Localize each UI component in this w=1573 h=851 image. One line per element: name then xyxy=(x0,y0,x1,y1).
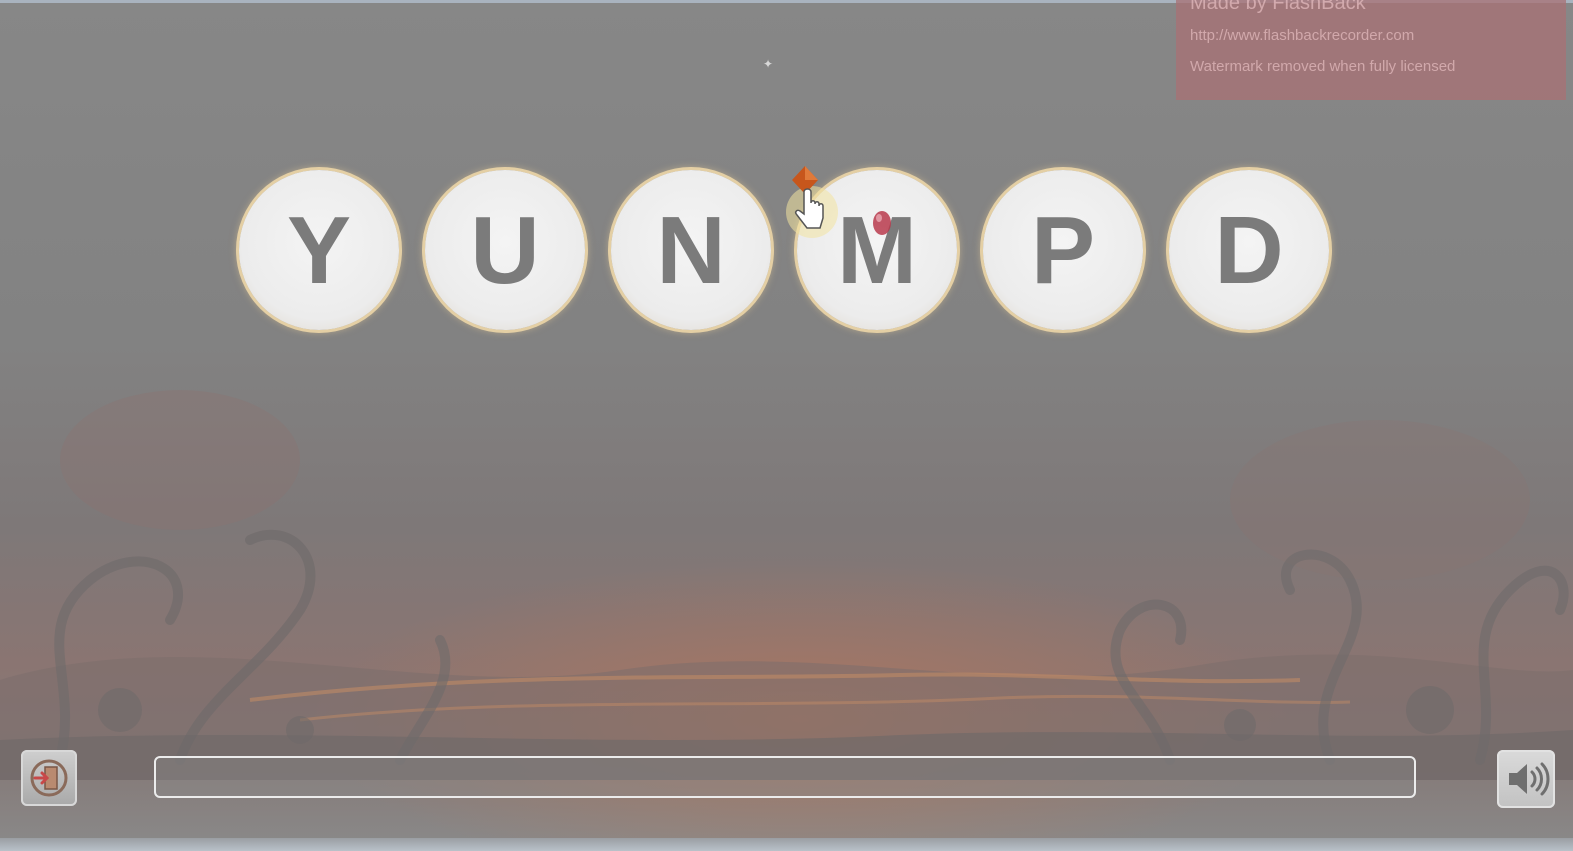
window-bottom-edge xyxy=(0,838,1573,851)
progress-bar xyxy=(154,756,1416,798)
letter-label: D xyxy=(1214,197,1284,304)
watermark-note: Watermark removed when fully licensed xyxy=(1190,58,1456,75)
candy-marker-icon xyxy=(873,211,891,235)
letter-label: Y xyxy=(286,197,352,304)
halloween-scenery xyxy=(0,390,1573,780)
letter-label: N xyxy=(656,197,726,304)
watermark-title: Made by FlashBack xyxy=(1190,0,1366,14)
hand-pointer-icon xyxy=(786,166,838,238)
sound-toggle-button[interactable] xyxy=(1497,750,1555,808)
letter-bubble-3[interactable]: N xyxy=(611,170,771,330)
letter-bubble-6[interactable]: D xyxy=(1169,170,1329,330)
speaker-icon xyxy=(1509,762,1550,796)
sparkle-icon: ✦ xyxy=(762,57,774,71)
letter-label: P xyxy=(1030,197,1096,304)
watermark-url: http://www.flashbackrecorder.com xyxy=(1190,27,1415,44)
exit-button[interactable] xyxy=(21,750,77,806)
letter-bubble-5[interactable]: P xyxy=(983,170,1143,330)
game-stage: ✦ Made by FlashBack http://www.flashback… xyxy=(0,0,1573,851)
letter-label: U xyxy=(470,197,540,304)
recorder-watermark: Made by FlashBack http://www.flashbackre… xyxy=(1176,0,1566,100)
exit-door-icon xyxy=(30,759,68,797)
letter-bubble-2[interactable]: U xyxy=(425,170,585,330)
letter-bubble-1[interactable]: Y xyxy=(239,170,399,330)
